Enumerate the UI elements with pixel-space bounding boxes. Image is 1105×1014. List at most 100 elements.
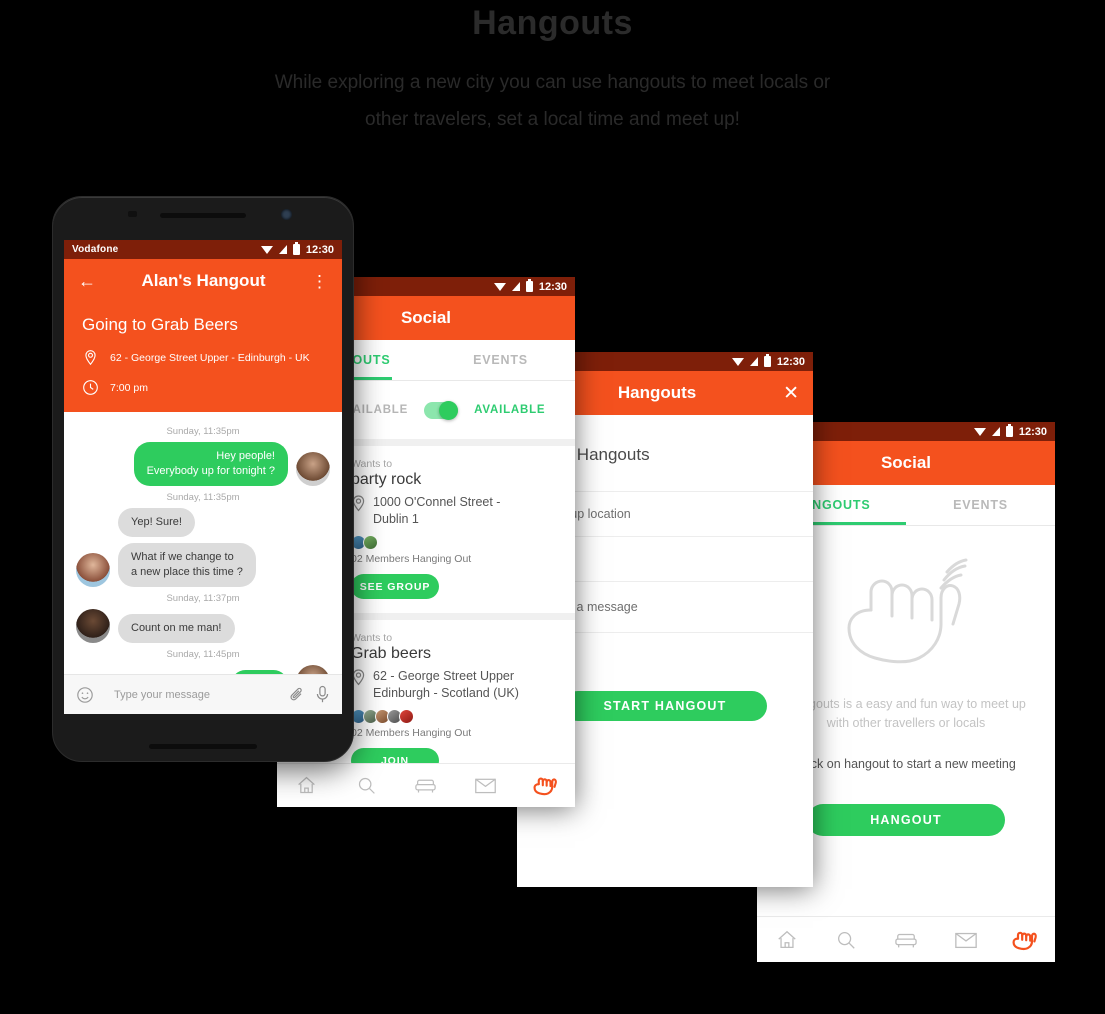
status-time: 12:30 bbox=[305, 243, 334, 256]
clock-icon bbox=[83, 380, 98, 395]
earpiece-speaker bbox=[160, 213, 246, 218]
envelope-icon bbox=[954, 932, 977, 948]
tab-events[interactable]: EVENTS bbox=[906, 485, 1055, 525]
message-input[interactable]: Type your message bbox=[104, 689, 279, 701]
location-line2: Edinburgh - Scotland (UK) bbox=[373, 686, 519, 700]
nav-search[interactable] bbox=[337, 775, 397, 796]
member-avatars bbox=[351, 709, 561, 724]
wifi-icon bbox=[973, 427, 986, 436]
page-subtitle-line1: While exploring a new city you can use h… bbox=[274, 72, 831, 93]
event-time-row: 7:00 pm bbox=[64, 375, 342, 396]
hangout-title: Grab beers bbox=[351, 645, 432, 662]
hangout-card-body: Wants to party rock 1000 O'Connel Street… bbox=[351, 458, 575, 599]
couch-icon bbox=[895, 933, 917, 947]
battery-icon bbox=[292, 242, 300, 255]
search-icon bbox=[838, 931, 856, 949]
nav-messages[interactable] bbox=[936, 930, 996, 950]
message-row: What if we change to a new place this ti… bbox=[76, 543, 330, 587]
wifi-icon bbox=[493, 282, 506, 291]
arrow-left-icon[interactable]: ← bbox=[78, 272, 96, 290]
nav-hangouts[interactable] bbox=[995, 928, 1055, 952]
tab-events[interactable]: EVENTS bbox=[426, 340, 575, 380]
event-location-row: 62 - George Street Upper - Edinburgh - U… bbox=[64, 345, 342, 366]
message-timestamp: Sunday, 11:35pm bbox=[166, 492, 240, 503]
avatar bbox=[399, 709, 414, 724]
battery-icon bbox=[525, 279, 533, 292]
nav-search[interactable] bbox=[817, 929, 877, 951]
close-icon[interactable]: ✕ bbox=[783, 384, 799, 403]
location-text: 62 - George Street Upper Edinburgh - Sco… bbox=[373, 668, 519, 702]
message-text-line1: Hey people! bbox=[216, 450, 275, 462]
nav-home[interactable] bbox=[757, 929, 817, 951]
status-indicators: 12:30 bbox=[260, 242, 334, 256]
bottom-nav bbox=[277, 763, 575, 807]
message-bubble: What if we change to a new place this ti… bbox=[118, 543, 256, 587]
message-timestamp: Sunday, 11:37pm bbox=[166, 593, 240, 604]
front-camera bbox=[281, 209, 292, 220]
page-header: Hangouts While exploring a new city you … bbox=[0, 0, 1105, 138]
wifi-icon bbox=[260, 245, 273, 254]
hangout-title: party rock bbox=[351, 471, 422, 488]
message-timestamp: Sunday, 11:35pm bbox=[166, 426, 240, 437]
message-row: Yep! Sure! bbox=[76, 508, 330, 537]
availability-switch[interactable] bbox=[424, 400, 459, 420]
location-line2: Dublin 1 bbox=[373, 512, 419, 526]
event-name: Going to Grab Beers bbox=[82, 315, 238, 334]
home-icon bbox=[778, 930, 796, 948]
location-text: 1000 O'Connel Street - Dublin 1 bbox=[373, 494, 500, 528]
nav-couch[interactable] bbox=[396, 775, 456, 796]
couch-icon bbox=[415, 779, 437, 793]
shaka-hand-icon bbox=[533, 777, 557, 796]
status-indicators: 12:30 bbox=[973, 424, 1047, 438]
message-timestamp: Sunday, 11:45pm bbox=[166, 649, 240, 660]
envelope-icon bbox=[475, 778, 496, 794]
status-indicators: 12:30 bbox=[493, 279, 567, 293]
page-subtitle-line2: other travelers, set a local time and me… bbox=[365, 109, 740, 130]
location-line1: 62 - George Street Upper bbox=[373, 669, 515, 683]
status-time: 12:30 bbox=[776, 355, 805, 368]
location-row: 1000 O'Connel Street - Dublin 1 bbox=[351, 494, 561, 528]
avatar bbox=[363, 535, 378, 550]
home-icon bbox=[298, 776, 316, 794]
wifi-icon bbox=[731, 357, 744, 366]
see-group-button[interactable]: SEE GROUP bbox=[351, 574, 439, 599]
paperclip-icon[interactable] bbox=[289, 686, 305, 704]
event-time: 7:00 pm bbox=[110, 381, 148, 394]
smiley-icon[interactable] bbox=[76, 686, 94, 704]
microphone-icon[interactable] bbox=[315, 685, 330, 704]
hangout-card-body: Wants to Grab beers 62 - George Street U… bbox=[351, 632, 575, 773]
nav-hangouts[interactable] bbox=[515, 774, 575, 797]
chat-screen: Vodafone 12:30 ← Alan's Hangout ⋮ Going … bbox=[64, 240, 342, 714]
signal-icon bbox=[749, 357, 758, 366]
nav-messages[interactable] bbox=[456, 776, 516, 795]
signal-icon bbox=[278, 245, 287, 254]
more-vertical-icon[interactable]: ⋮ bbox=[311, 273, 328, 290]
start-hangout-button[interactable]: START HANGOUT bbox=[563, 691, 767, 721]
empty-description-line2: with other travellers or locals bbox=[826, 716, 986, 730]
location-line1: 1000 O'Connel Street - bbox=[373, 495, 501, 509]
nav-home[interactable] bbox=[277, 775, 337, 796]
empty-description-line1: Hangouts is a easy and fun way to meet u… bbox=[786, 697, 1026, 711]
hangout-button[interactable]: HANGOUT bbox=[807, 804, 1005, 836]
message-composer: Type your message bbox=[64, 674, 342, 714]
event-header: Going to Grab Beers 62 - George Street U… bbox=[64, 303, 342, 412]
member-avatars bbox=[351, 535, 561, 550]
message-text-line2: Everybody up for tonight ? bbox=[146, 465, 275, 477]
signal-icon bbox=[511, 282, 520, 291]
phone-mockup: Vodafone 12:30 ← Alan's Hangout ⋮ Going … bbox=[52, 196, 354, 762]
message-bubble: Count on me man! bbox=[118, 614, 235, 643]
nav-couch[interactable] bbox=[876, 929, 936, 951]
message-row: Hey people! Everybody up for tonight ? bbox=[76, 442, 330, 486]
signal-icon bbox=[991, 427, 1000, 436]
status-time: 12:30 bbox=[1018, 425, 1047, 438]
chat-messages: Sunday, 11:35pm Hey people! Everybody up… bbox=[64, 412, 342, 699]
status-indicators: 12:30 bbox=[731, 354, 805, 368]
phone-bottom-speaker bbox=[149, 744, 257, 749]
bottom-nav bbox=[757, 916, 1055, 962]
message-bubble: Yep! Sure! bbox=[118, 508, 195, 537]
shaka-hand-icon bbox=[847, 558, 968, 664]
members-count: 02 Members Hanging Out bbox=[351, 553, 472, 565]
search-icon bbox=[358, 777, 375, 794]
shaka-hand-icon bbox=[1012, 931, 1038, 950]
battery-icon bbox=[1005, 424, 1013, 437]
